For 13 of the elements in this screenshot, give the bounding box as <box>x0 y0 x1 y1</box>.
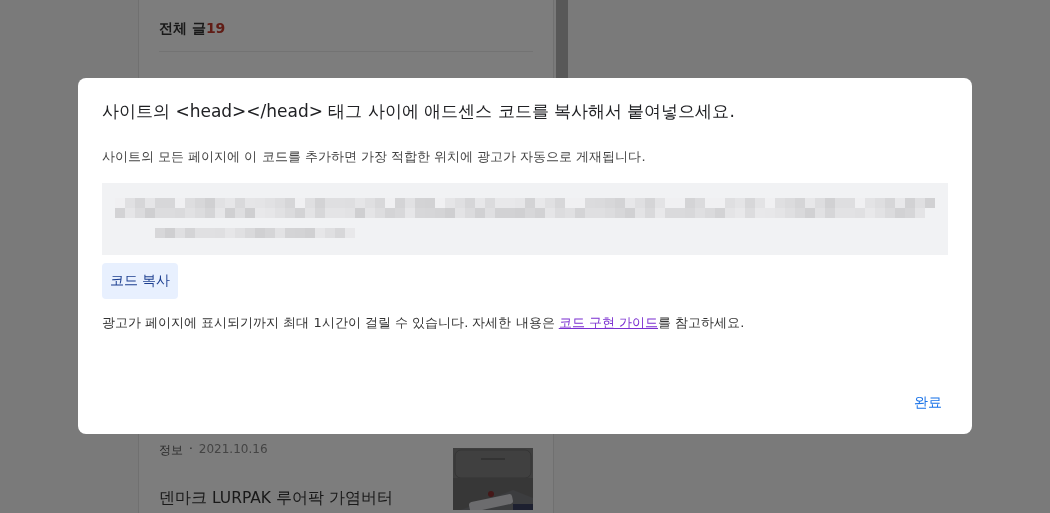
separator-dot: · <box>189 442 193 458</box>
post-date: 2021.10.16 <box>198 442 268 458</box>
help-text: 광고가 페이지에 표시되기까지 최대 1시간이 걸릴 수 있습니다. 자세한 내용은 코드 구현 가이드를 참고하세요. <box>102 314 745 332</box>
scrollbar[interactable] <box>556 0 568 78</box>
copy-code-button[interactable]: 코드 복사 <box>102 263 179 299</box>
post-count: 19 <box>205 20 226 36</box>
done-button[interactable]: 완료 <box>908 388 948 418</box>
guide-link[interactable]: 코드 구현 가이드 <box>558 315 658 330</box>
post-title[interactable]: 덴마크 LURPAK 루어팍 가염버터 <box>159 478 393 509</box>
dialog-description: 사이트의 모든 페이지에 이 코드를 추가하면 가장 적합한 위치에 광고가 자동으로 게재됩니다. <box>102 148 646 166</box>
dialog-title: 사이트의 <head></head> 태그 사이에 애드센스 코드를 복사해서 붙여넣으세요. <box>102 100 735 123</box>
sidebar-heading: 전체 글 <box>159 20 206 36</box>
post-category[interactable]: 정보 <box>159 442 183 459</box>
